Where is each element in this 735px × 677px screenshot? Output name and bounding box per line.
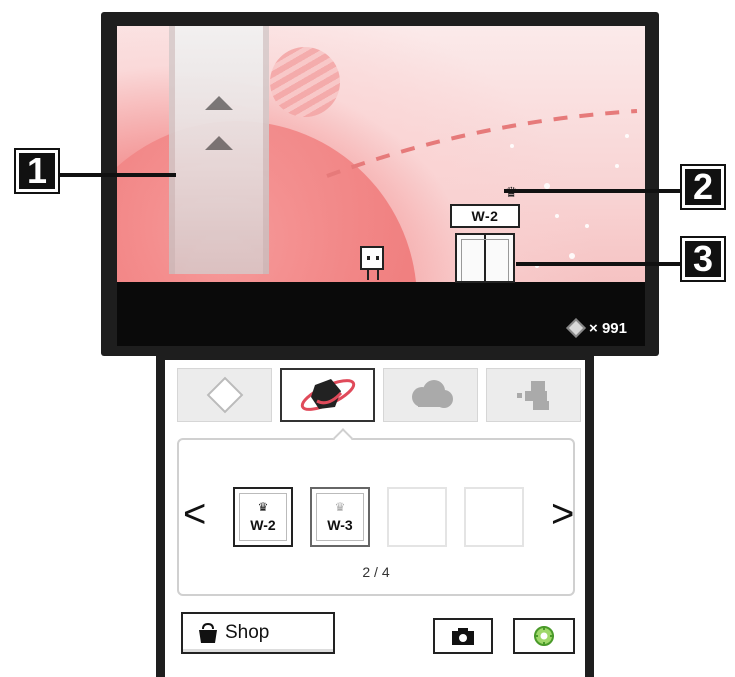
tab-world-2[interactable] [280,368,375,422]
shop-label: Shop [225,622,270,643]
leg [377,270,379,280]
callout-line-1 [56,173,176,177]
bottom-screen: < ♛ W-2 ♛ W-3 > 2 / 4 Shop [165,360,585,677]
ground [117,282,645,346]
shopping-bag-icon [199,622,217,643]
panel-pointer [333,428,353,448]
callout-3: 3 [680,236,726,282]
medal-count: × 991 [589,319,627,337]
tab-world-4[interactable] [486,368,581,422]
callout-2: 2 [680,164,726,210]
world-tabs [177,368,581,422]
level-slot-empty [464,487,524,547]
planet-icon [300,379,355,411]
level-slot-w3[interactable]: ♛ W-3 [310,487,370,547]
camera-button[interactable] [433,618,493,654]
medal-counter: × 991 [566,318,627,338]
callout-1: 1 [14,148,60,194]
crown-icon: ♛ [257,500,269,514]
level-slot-empty [387,487,447,547]
diamond-icon [206,376,243,414]
world-sign: W-2 [450,204,520,228]
up-arrow-icon [205,136,233,150]
next-page-button[interactable]: > [551,494,574,534]
medal-icon [566,318,586,338]
blocks-icon [516,381,549,410]
level-label: W-2 [250,517,276,533]
up-arrow-icon [205,96,233,110]
eye [376,256,379,260]
callout-line-2 [504,189,694,193]
top-screen: ♛ W-2 × 991 [117,26,645,346]
shop-button[interactable]: Shop [181,612,335,654]
crown-icon: ♛ [334,500,346,514]
settings-button[interactable] [513,618,575,654]
eye [367,256,370,260]
launch-elevator[interactable] [169,26,269,274]
cloud-icon [411,380,453,408]
leg [367,270,369,280]
level-label: W-3 [327,517,353,533]
callout-line-3 [516,262,692,266]
page-indicator: 2 / 4 [362,564,390,580]
level-slot-w2[interactable]: ♛ W-2 [233,487,293,547]
prev-page-button[interactable]: < [183,494,206,534]
tab-world-1[interactable] [177,368,272,422]
world-door[interactable] [455,233,515,283]
gear-icon [534,626,554,646]
boxboy-character [360,246,384,280]
level-select-panel: < ♛ W-2 ♛ W-3 > 2 / 4 [177,428,575,596]
tab-world-3[interactable] [383,368,478,422]
camera-icon [452,628,474,645]
